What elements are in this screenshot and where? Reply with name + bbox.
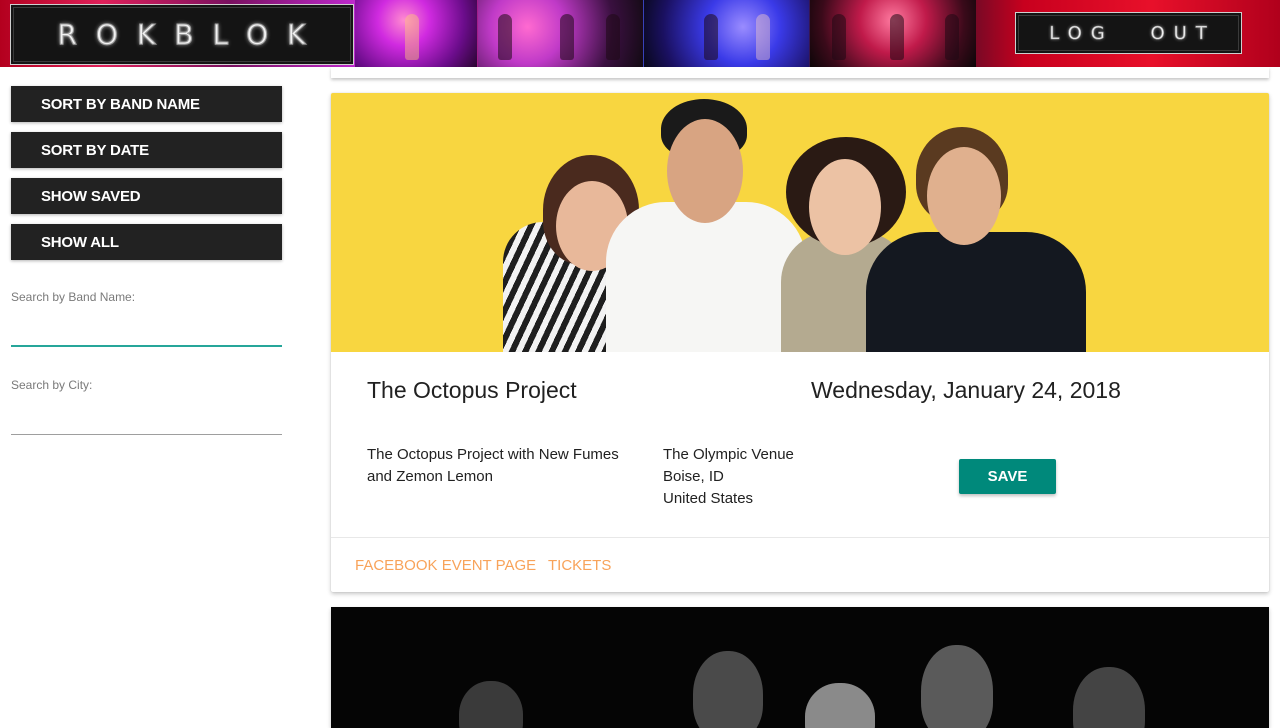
venue-city: Boise, ID — [663, 468, 724, 485]
venue-country: United States — [663, 490, 754, 507]
previous-event-card — [331, 67, 1269, 78]
logout-label: LOG OUT — [1049, 22, 1216, 44]
event-description: The Octopus Project with New Fumes and Z… — [367, 446, 619, 485]
band-photo — [331, 93, 1269, 352]
venue-info: The Olympic Venue Boise, ID United State… — [663, 444, 794, 510]
site-logo[interactable]: ROKBLOK — [10, 4, 354, 65]
banner-photo — [355, 0, 477, 67]
next-event-card — [331, 607, 1269, 728]
save-event-button[interactable]: SAVE — [959, 459, 1056, 494]
banner-photo — [644, 0, 809, 67]
event-card: The Octopus Project Wednesday, January 2… — [331, 93, 1269, 592]
show-saved-button[interactable]: SHOW SAVED — [11, 178, 282, 214]
city-search-input[interactable] — [11, 405, 282, 435]
city-search-group: Search by City: — [11, 378, 282, 435]
sort-by-band-name-button[interactable]: SORT BY BAND NAME — [11, 86, 282, 122]
facebook-event-link[interactable]: FACEBOOK EVENT PAGE — [355, 557, 536, 574]
event-date: Wednesday, January 24, 2018 — [811, 377, 1121, 403]
logout-button[interactable]: LOG OUT — [1015, 12, 1242, 54]
card-actions: FACEBOOK EVENT PAGE TICKETS — [331, 537, 1269, 592]
band-search-group: Search by Band Name: — [11, 290, 282, 347]
banner-photo — [810, 0, 976, 67]
header-banner: ROKBLOK LOG OUT — [0, 0, 1280, 67]
city-search-label: Search by City: — [11, 378, 93, 392]
show-all-button[interactable]: SHOW ALL — [11, 224, 282, 260]
band-name: The Octopus Project — [367, 377, 577, 403]
band-search-label: Search by Band Name: — [11, 290, 136, 304]
tickets-link[interactable]: TICKETS — [548, 557, 611, 574]
venue-name: The Olympic Venue — [663, 446, 794, 463]
logo-text: ROKBLOK — [57, 18, 325, 52]
band-search-input[interactable] — [11, 317, 282, 347]
sidebar: SORT BY BAND NAME SORT BY DATE SHOW SAVE… — [11, 86, 282, 435]
banner-photo — [478, 0, 643, 67]
sort-by-date-button[interactable]: SORT BY DATE — [11, 132, 282, 168]
